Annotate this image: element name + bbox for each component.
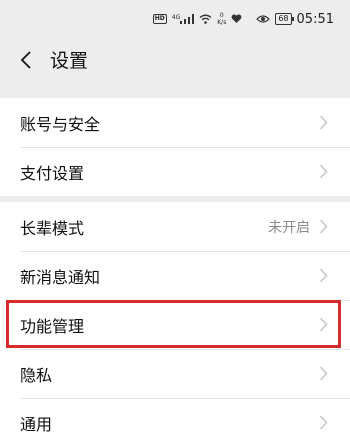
chevron-right-icon (319, 268, 328, 283)
network-speed-value: 0 (219, 12, 224, 19)
settings-item-label: 账号与安全 (20, 114, 101, 134)
heart-icon (231, 14, 242, 24)
back-arrow-icon[interactable] (20, 50, 32, 70)
settings-item-feature-management[interactable]: 功能管理 (0, 300, 350, 349)
settings-group-general: 长辈模式 未开启 新消息通知 功能管理 隐私 通用 (0, 202, 350, 434)
settings-item-account-security[interactable]: 账号与安全 (0, 98, 350, 147)
network-type-label: 4G (171, 14, 181, 21)
network-speed-unit: K/s (217, 19, 227, 26)
eye-icon (256, 14, 271, 24)
settings-item-label: 通用 (20, 414, 53, 434)
settings-item-label: 功能管理 (20, 316, 85, 336)
settings-item-label: 新消息通知 (20, 267, 101, 287)
chevron-right-icon (319, 317, 328, 332)
settings-item-label: 支付设置 (20, 163, 85, 183)
chevron-right-icon (319, 115, 328, 130)
settings-item-label: 隐私 (20, 365, 53, 385)
settings-item-payment[interactable]: 支付设置 (0, 147, 350, 196)
status-bar: HD 4G 0 K/s 68 05:51 (0, 0, 350, 38)
settings-group-account: 账号与安全 支付设置 (0, 98, 350, 196)
nav-header: 设置 (0, 38, 350, 82)
settings-item-privacy[interactable]: 隐私 (0, 349, 350, 398)
signal-icon: 4G (171, 14, 195, 24)
chevron-right-icon (319, 366, 328, 381)
status-time: 05:51 (296, 11, 334, 27)
wifi-icon (199, 14, 212, 24)
chevron-right-icon (319, 164, 328, 179)
settings-item-notifications[interactable]: 新消息通知 (0, 251, 350, 300)
chevron-right-icon (319, 415, 328, 430)
battery-indicator: 68 (275, 13, 294, 25)
settings-item-value: 未开启 (268, 219, 310, 236)
settings-item-elder-mode[interactable]: 长辈模式 未开启 (0, 202, 350, 251)
page-title: 设置 (50, 50, 89, 72)
chevron-right-icon (319, 219, 328, 234)
settings-item-general[interactable]: 通用 (0, 398, 350, 434)
settings-item-label: 长辈模式 (20, 218, 85, 238)
network-speed: 0 K/s (217, 12, 226, 26)
hd-badge: HD (152, 14, 167, 24)
